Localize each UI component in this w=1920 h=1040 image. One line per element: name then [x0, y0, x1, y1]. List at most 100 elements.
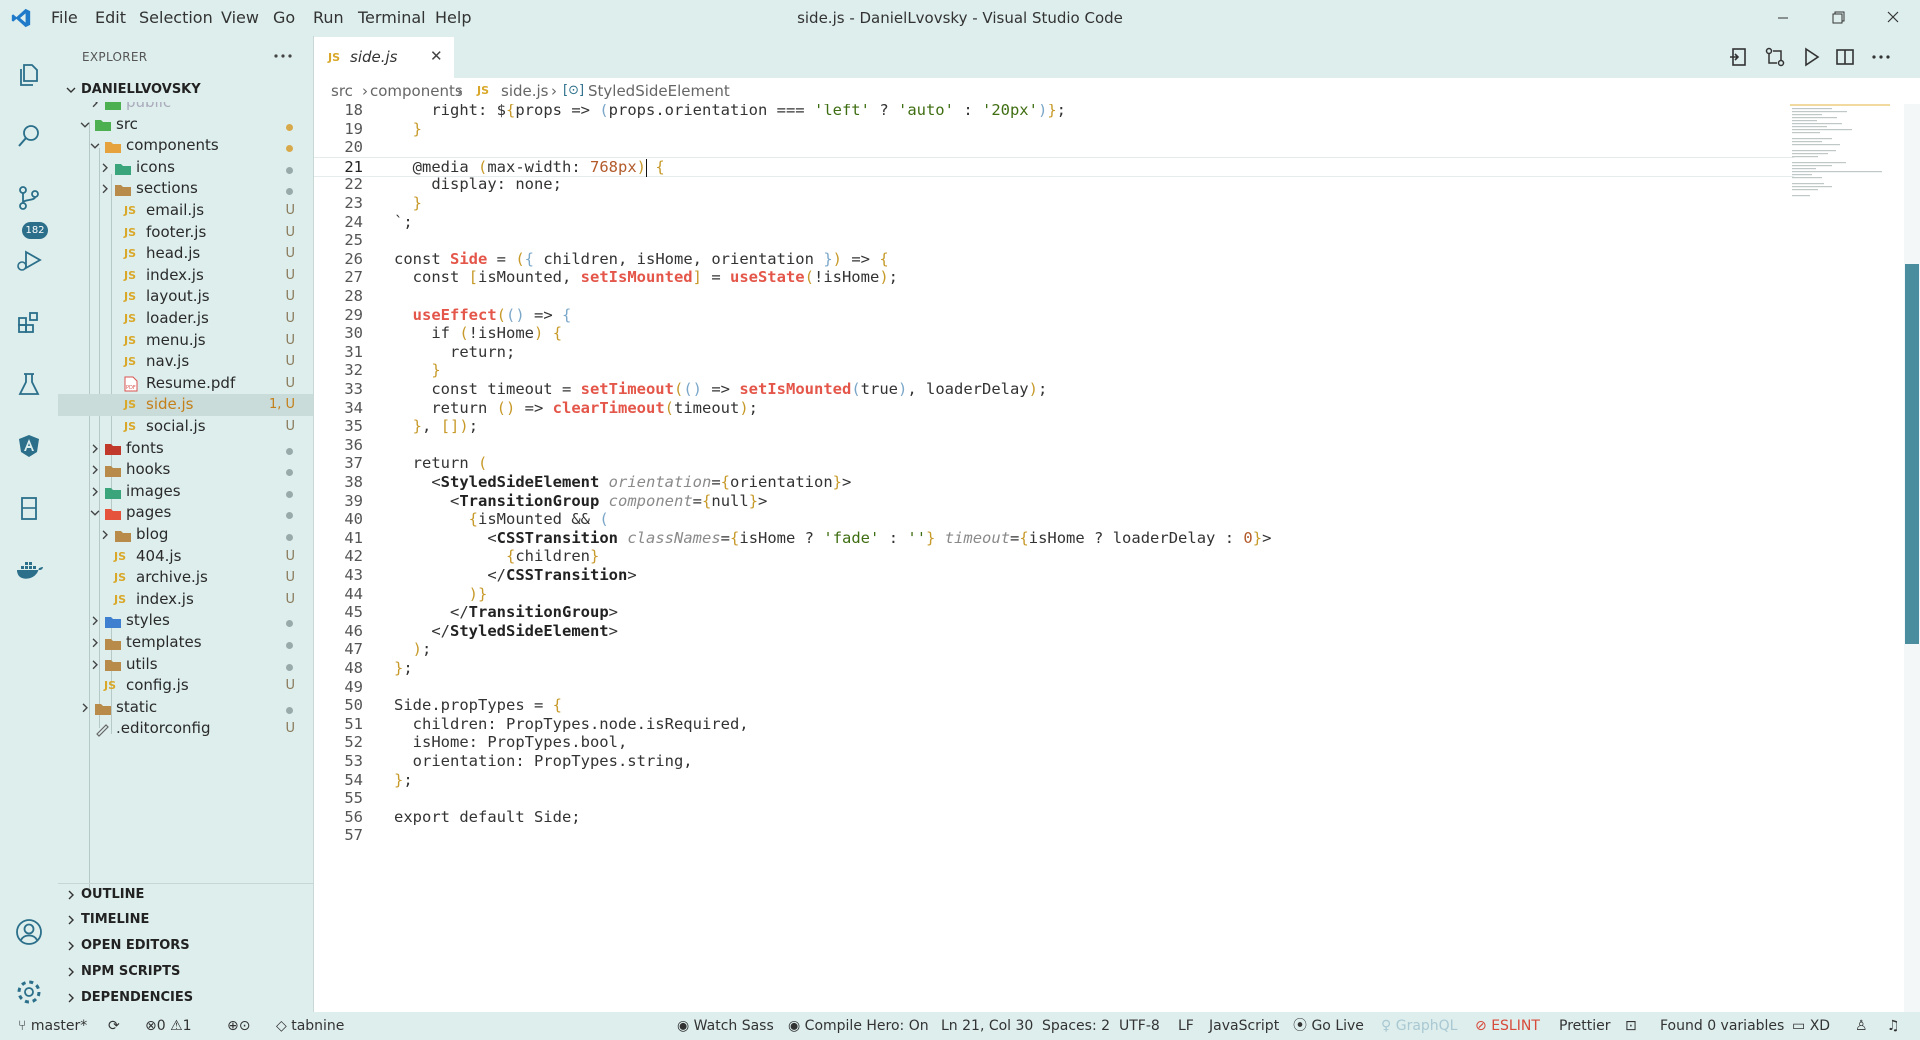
breadcrumb-styled-side-element[interactable]: StyledSideElement — [588, 78, 730, 104]
menu-terminal[interactable]: Terminal — [358, 0, 426, 36]
problems-status[interactable]: ⊗0 ⚠1 — [145, 1012, 192, 1040]
code-line[interactable]: 39 <TransitionGroup component={null}> — [314, 492, 1794, 511]
testing-activity[interactable] — [0, 356, 58, 408]
tree-item[interactable]: JS menu.js U — [58, 330, 313, 352]
code-line[interactable]: 44 )} — [314, 585, 1794, 604]
tab-side-js[interactable]: JS side.js ✕ — [314, 36, 454, 79]
menu-edit[interactable]: Edit — [95, 0, 126, 36]
open-preview-icon[interactable] — [1727, 45, 1751, 69]
manage-activity[interactable] — [0, 964, 58, 1016]
live-share-icon[interactable]: ⊕⊙ — [227, 1012, 250, 1040]
code-line[interactable]: 47 ); — [314, 640, 1794, 659]
tree-item[interactable]: blog — [58, 524, 313, 546]
code-line[interactable]: 43 </CSSTransition> — [314, 566, 1794, 585]
code-line[interactable]: 31 return; — [314, 343, 1794, 362]
tree-item[interactable]: JS config.js U — [58, 675, 313, 697]
outline-section[interactable]: OUTLINE — [58, 883, 313, 906]
menu-help[interactable]: Help — [435, 0, 471, 36]
remote-explorer-activity[interactable] — [0, 480, 58, 532]
more-actions-icon[interactable] — [1869, 45, 1893, 69]
code-line[interactable]: 46 </StyledSideElement> — [314, 622, 1794, 641]
language-status[interactable]: JavaScript — [1209, 1012, 1279, 1040]
breadcrumb-components[interactable]: components — [370, 78, 463, 104]
tree-item[interactable]: JS archive.js U — [58, 567, 313, 589]
tree-item[interactable]: src — [58, 114, 313, 136]
code-line[interactable]: 23 } — [314, 194, 1794, 213]
tree-item[interactable]: JS footer.js U — [58, 222, 313, 244]
cursor-position-status[interactable]: Ln 21, Col 30 — [941, 1012, 1033, 1040]
close-button[interactable] — [1870, 0, 1916, 36]
code-line[interactable]: 27 const [isMounted, setIsMounted] = use… — [314, 268, 1794, 287]
tree-item[interactable]: .editorconfig U — [58, 718, 313, 740]
source-control-activity[interactable] — [0, 170, 58, 222]
dependencies-section[interactable]: DEPENDENCIES — [58, 987, 313, 1009]
tree-item[interactable]: templates — [58, 632, 313, 654]
tree-item[interactable]: static — [58, 697, 313, 719]
tree-item[interactable]: JS social.js U — [58, 416, 313, 438]
eslint-status[interactable]: ⊘ ESLINT — [1475, 1012, 1540, 1040]
code-line[interactable]: 32 } — [314, 361, 1794, 380]
breadcrumb-side-js[interactable]: side.js — [501, 78, 548, 104]
code-line[interactable]: 21 @media (max-width: 768px) { — [314, 156, 1794, 178]
accounts-activity[interactable] — [0, 904, 58, 956]
watch-sass-status[interactable]: ◉ Watch Sass — [677, 1012, 774, 1040]
compile-hero-status[interactable]: ◉ Compile Hero: On — [788, 1012, 929, 1040]
tree-item[interactable]: JS side.js 1, U — [58, 394, 313, 416]
code-line[interactable]: 18 right: ${props => (props.orientation … — [314, 104, 1794, 120]
minimap[interactable] — [1790, 104, 1890, 224]
code-line[interactable]: 53 orientation: PropTypes.string, — [314, 752, 1794, 771]
tree-item[interactable]: icons — [58, 157, 313, 179]
code-line[interactable]: 24 `; — [314, 213, 1794, 232]
menu-file[interactable]: File — [51, 0, 78, 36]
code-line[interactable]: 56 export default Side; — [314, 808, 1794, 827]
angular-activity[interactable] — [0, 418, 58, 470]
tree-item[interactable]: fonts — [58, 438, 313, 460]
code-line[interactable]: 51 children: PropTypes.node.isRequired, — [314, 715, 1794, 734]
tree-item[interactable]: utils — [58, 654, 313, 676]
close-tab-icon[interactable]: ✕ — [430, 47, 443, 65]
code-line[interactable]: 29 useEffect(() => { — [314, 306, 1794, 325]
code-line[interactable]: 26 const Side = ({ children, isHome, orie… — [314, 250, 1794, 269]
restore-button[interactable] — [1815, 0, 1861, 36]
search-activity[interactable] — [0, 108, 58, 160]
code-line[interactable]: 57 — [314, 826, 1794, 845]
eol-status[interactable]: LF — [1178, 1012, 1194, 1040]
scrollbar-thumb[interactable] — [1905, 264, 1919, 644]
run-debug-activity[interactable] — [0, 232, 58, 284]
minimize-button[interactable] — [1760, 0, 1806, 36]
feedback-icon[interactable]: ⊡ — [1625, 1012, 1637, 1040]
variables-status[interactable]: Found 0 variables — [1660, 1012, 1784, 1040]
run-icon[interactable] — [1799, 45, 1823, 69]
tree-item[interactable]: JS head.js U — [58, 243, 313, 265]
code-line[interactable]: 37 return ( — [314, 454, 1794, 473]
code-line[interactable]: 45 </TransitionGroup> — [314, 603, 1794, 622]
tree-item[interactable]: JS loader.js U — [58, 308, 313, 330]
tree-item[interactable]: PDF Resume.pdf U — [58, 373, 313, 395]
open-editors-section[interactable]: OPEN EDITORS — [58, 935, 313, 957]
code-line[interactable]: 54}; — [314, 771, 1794, 790]
code-line[interactable]: 49 — [314, 678, 1794, 697]
menu-go[interactable]: Go — [273, 0, 295, 36]
code-line[interactable]: 55 — [314, 789, 1794, 808]
code-line[interactable]: 41 <CSSTransition classNames={isHome ? '… — [314, 529, 1794, 548]
bell-icon[interactable]: ♫ — [1887, 1012, 1900, 1040]
indentation-status[interactable]: Spaces: 2 — [1042, 1012, 1110, 1040]
prettier-status[interactable]: Prettier — [1559, 1012, 1611, 1040]
sync-icon[interactable]: ⟳ — [108, 1012, 120, 1040]
code-editor[interactable]: 18 right: ${props => (props.orientation … — [314, 104, 1794, 1012]
tree-item[interactable]: sections — [58, 178, 313, 200]
graphql-status[interactable]: ♀ GraphQL — [1381, 1012, 1457, 1040]
tree-item[interactable]: images — [58, 481, 313, 503]
code-line[interactable]: 35 }, []); — [314, 417, 1794, 436]
docker-activity[interactable] — [0, 542, 58, 594]
extensions-activity[interactable] — [0, 294, 58, 346]
code-line[interactable]: 52 isHome: PropTypes.bool, — [314, 733, 1794, 752]
menu-view[interactable]: View — [221, 0, 259, 36]
tree-item[interactable]: components — [58, 135, 313, 157]
code-line[interactable]: 36 — [314, 436, 1794, 455]
menu-run[interactable]: Run — [313, 0, 344, 36]
person-icon[interactable]: ♙ — [1855, 1012, 1868, 1040]
explorer-activity[interactable] — [0, 46, 58, 98]
code-line[interactable]: 30 if (!isHome) { — [314, 324, 1794, 343]
code-line[interactable]: 34 return () => clearTimeout(timeout); — [314, 399, 1794, 418]
